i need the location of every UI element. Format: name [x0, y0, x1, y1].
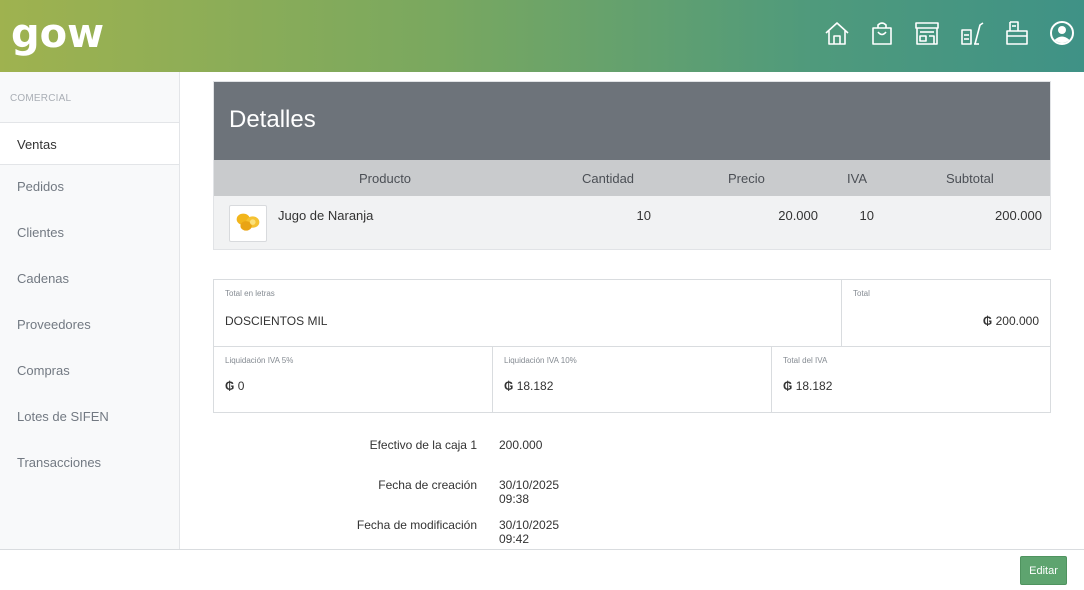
- currency-symbol: ₲: [225, 379, 235, 393]
- totals-panel: Total en letras DOSCIENTOS MIL Total ₲ 2…: [213, 279, 1051, 413]
- sidebar-section-title: COMERCIAL: [0, 72, 179, 123]
- edit-button[interactable]: Editar: [1020, 556, 1067, 585]
- iva10-value: 18.182: [516, 379, 554, 393]
- home-icon[interactable]: [823, 19, 851, 47]
- sidebar-item-pedidos[interactable]: Pedidos: [0, 165, 179, 211]
- store-icon[interactable]: [913, 19, 941, 47]
- product-thumbnail: [229, 205, 267, 242]
- iva-total-label: Total del IVA: [783, 356, 828, 365]
- currency-symbol: ₲: [982, 314, 993, 328]
- iva5-value: 0: [237, 379, 245, 393]
- product-subtotal: 200.000: [995, 208, 1042, 223]
- shopping-bag-icon[interactable]: [868, 19, 896, 47]
- total-letters-label: Total en letras: [225, 289, 275, 298]
- total-value: 200.000: [995, 314, 1039, 328]
- column-precio: Precio: [728, 171, 765, 186]
- info-value: 30/10/2025 09:38: [499, 478, 560, 506]
- cart-icon[interactable]: [958, 19, 986, 47]
- iva5-cell: Liquidación IVA 5% ₲ 0: [214, 347, 493, 412]
- sidebar-item-ventas[interactable]: Ventas: [0, 123, 179, 165]
- main-content: Detalles Producto Cantidad Precio IVA Su…: [213, 81, 1051, 250]
- info-label: Efectivo de la caja 1: [369, 438, 477, 452]
- iva5-label: Liquidación IVA 5%: [225, 356, 294, 365]
- top-bar: gow: [0, 0, 1084, 72]
- currency-symbol: ₲: [783, 379, 793, 393]
- sidebar-item-lotes-sifen[interactable]: Lotes de SIFEN: [0, 395, 179, 441]
- iva10-cell: Liquidación IVA 10% ₲ 18.182: [493, 347, 772, 412]
- total-cell: Total ₲ 200.000: [842, 280, 1050, 347]
- total-letters-value: DOSCIENTOS MIL: [225, 314, 328, 328]
- sidebar-item-proveedores[interactable]: Proveedores: [0, 303, 179, 349]
- table-row: Jugo de Naranja 10 20.000 10 200.000: [214, 196, 1050, 249]
- total-amount: ₲ 200.000: [983, 314, 1039, 328]
- total-label: Total: [853, 289, 870, 298]
- column-subtotal: Subtotal: [946, 171, 994, 186]
- info-value: 200.000: [499, 438, 543, 452]
- iva-total-amount: ₲ 18.182: [783, 379, 832, 393]
- iva10-amount: ₲ 18.182: [504, 379, 553, 393]
- info-value: 30/10/2025 09:42: [499, 518, 560, 546]
- total-letters-cell: Total en letras DOSCIENTOS MIL: [214, 280, 842, 347]
- product-name: Jugo de Naranja: [278, 208, 374, 223]
- user-icon[interactable]: [1048, 19, 1076, 47]
- details-title: Detalles: [214, 82, 1050, 160]
- product-iva: 10: [859, 208, 874, 223]
- sidebar-item-clientes[interactable]: Clientes: [0, 211, 179, 257]
- iva5-amount: ₲ 0: [225, 379, 244, 393]
- column-iva: IVA: [847, 171, 867, 186]
- iva-total-cell: Total del IVA ₲ 18.182: [772, 347, 1050, 412]
- product-quantity: 10: [636, 208, 651, 223]
- sidebar: COMERCIAL Ventas Pedidos Clientes Cadena…: [0, 72, 180, 550]
- table-header: Producto Cantidad Precio IVA Subtotal: [214, 160, 1050, 196]
- sidebar-item-cadenas[interactable]: Cadenas: [0, 257, 179, 303]
- app-logo[interactable]: gow: [11, 14, 104, 54]
- details-card: Detalles Producto Cantidad Precio IVA Su…: [213, 81, 1051, 250]
- sidebar-item-compras[interactable]: Compras: [0, 349, 179, 395]
- sidebar-item-transacciones[interactable]: Transacciones: [0, 441, 179, 487]
- iva10-label: Liquidación IVA 10%: [504, 356, 577, 365]
- column-cantidad: Cantidad: [582, 171, 635, 186]
- iva-total-value: 18.182: [795, 379, 833, 393]
- info-label: Fecha de creación: [378, 478, 477, 492]
- info-label: Fecha de modificación: [356, 518, 477, 532]
- inbox-icon[interactable]: [1003, 19, 1031, 47]
- column-producto: Producto: [359, 171, 412, 186]
- product-price: 20.000: [778, 208, 818, 223]
- currency-symbol: ₲: [504, 379, 514, 393]
- footer-bar: Editar: [0, 549, 1084, 590]
